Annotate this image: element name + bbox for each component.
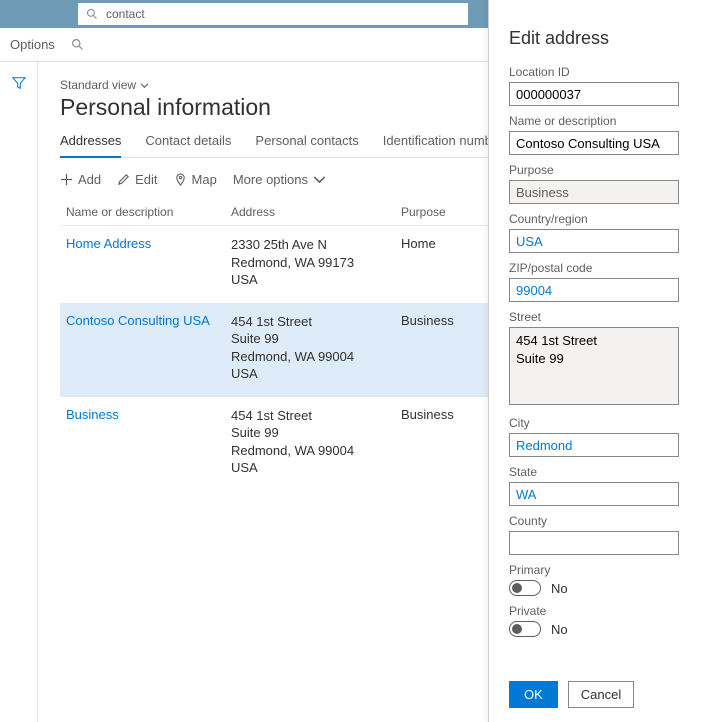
- label-name: Name or description: [509, 114, 700, 128]
- col-name[interactable]: Name or description: [66, 205, 231, 219]
- plus-icon: [60, 173, 73, 186]
- label-primary: Primary: [509, 563, 700, 577]
- more-options-button[interactable]: More options: [233, 172, 326, 187]
- toggle-primary-value: No: [551, 581, 568, 596]
- cancel-button[interactable]: Cancel: [568, 681, 634, 708]
- panel-title: Edit address: [509, 28, 700, 49]
- row-name-link[interactable]: Business: [66, 407, 119, 422]
- input-country[interactable]: [509, 229, 679, 253]
- search-icon: [86, 8, 98, 20]
- toggle-private[interactable]: [509, 621, 541, 637]
- more-label: More options: [233, 172, 308, 187]
- label-purpose: Purpose: [509, 163, 700, 177]
- toggle-private-value: No: [551, 622, 568, 637]
- row-name-link[interactable]: Contoso Consulting USA: [66, 313, 210, 328]
- panel-actions: OK Cancel: [509, 681, 634, 708]
- label-street: Street: [509, 310, 700, 324]
- input-county[interactable]: [509, 531, 679, 555]
- input-city[interactable]: [509, 433, 679, 457]
- input-purpose[interactable]: [509, 180, 679, 204]
- input-state[interactable]: [509, 482, 679, 506]
- pencil-icon: [117, 173, 130, 186]
- toggle-primary[interactable]: [509, 580, 541, 596]
- row-address: 2330 25th Ave NRedmond, WA 99173USA: [231, 236, 401, 289]
- edit-button[interactable]: Edit: [117, 172, 157, 187]
- label-city: City: [509, 416, 700, 430]
- global-search-input[interactable]: [104, 6, 460, 22]
- edit-address-panel: Edit address Location ID Name or descrip…: [488, 0, 720, 722]
- tab-contact-details[interactable]: Contact details: [145, 133, 231, 157]
- chevron-down-icon: [140, 81, 149, 90]
- col-address[interactable]: Address: [231, 205, 401, 219]
- input-location-id[interactable]: [509, 82, 679, 106]
- row-name-link[interactable]: Home Address: [66, 236, 151, 251]
- options-link[interactable]: Options: [10, 37, 55, 52]
- label-country: Country/region: [509, 212, 700, 226]
- input-name[interactable]: [509, 131, 679, 155]
- label-private: Private: [509, 604, 700, 618]
- secondary-search-icon[interactable]: [71, 38, 84, 51]
- row-address: 454 1st StreetSuite 99Redmond, WA 99004U…: [231, 407, 401, 477]
- add-label: Add: [78, 172, 101, 187]
- tab-addresses[interactable]: Addresses: [60, 133, 121, 158]
- map-icon: [174, 173, 187, 186]
- tab-personal-contacts[interactable]: Personal contacts: [255, 133, 358, 157]
- ok-button[interactable]: OK: [509, 681, 558, 708]
- label-county: County: [509, 514, 700, 528]
- filter-icon[interactable]: [12, 78, 26, 93]
- global-search[interactable]: [78, 3, 468, 25]
- map-label: Map: [192, 172, 217, 187]
- label-zip: ZIP/postal code: [509, 261, 700, 275]
- map-button[interactable]: Map: [174, 172, 217, 187]
- row-address: 454 1st StreetSuite 99Redmond, WA 99004U…: [231, 313, 401, 383]
- label-location-id: Location ID: [509, 65, 700, 79]
- chevron-down-icon: [313, 173, 326, 186]
- edit-label: Edit: [135, 172, 157, 187]
- filter-column: [0, 62, 38, 722]
- input-street[interactable]: [509, 327, 679, 405]
- input-zip[interactable]: [509, 278, 679, 302]
- label-state: State: [509, 465, 700, 479]
- view-label: Standard view: [60, 78, 136, 92]
- add-button[interactable]: Add: [60, 172, 101, 187]
